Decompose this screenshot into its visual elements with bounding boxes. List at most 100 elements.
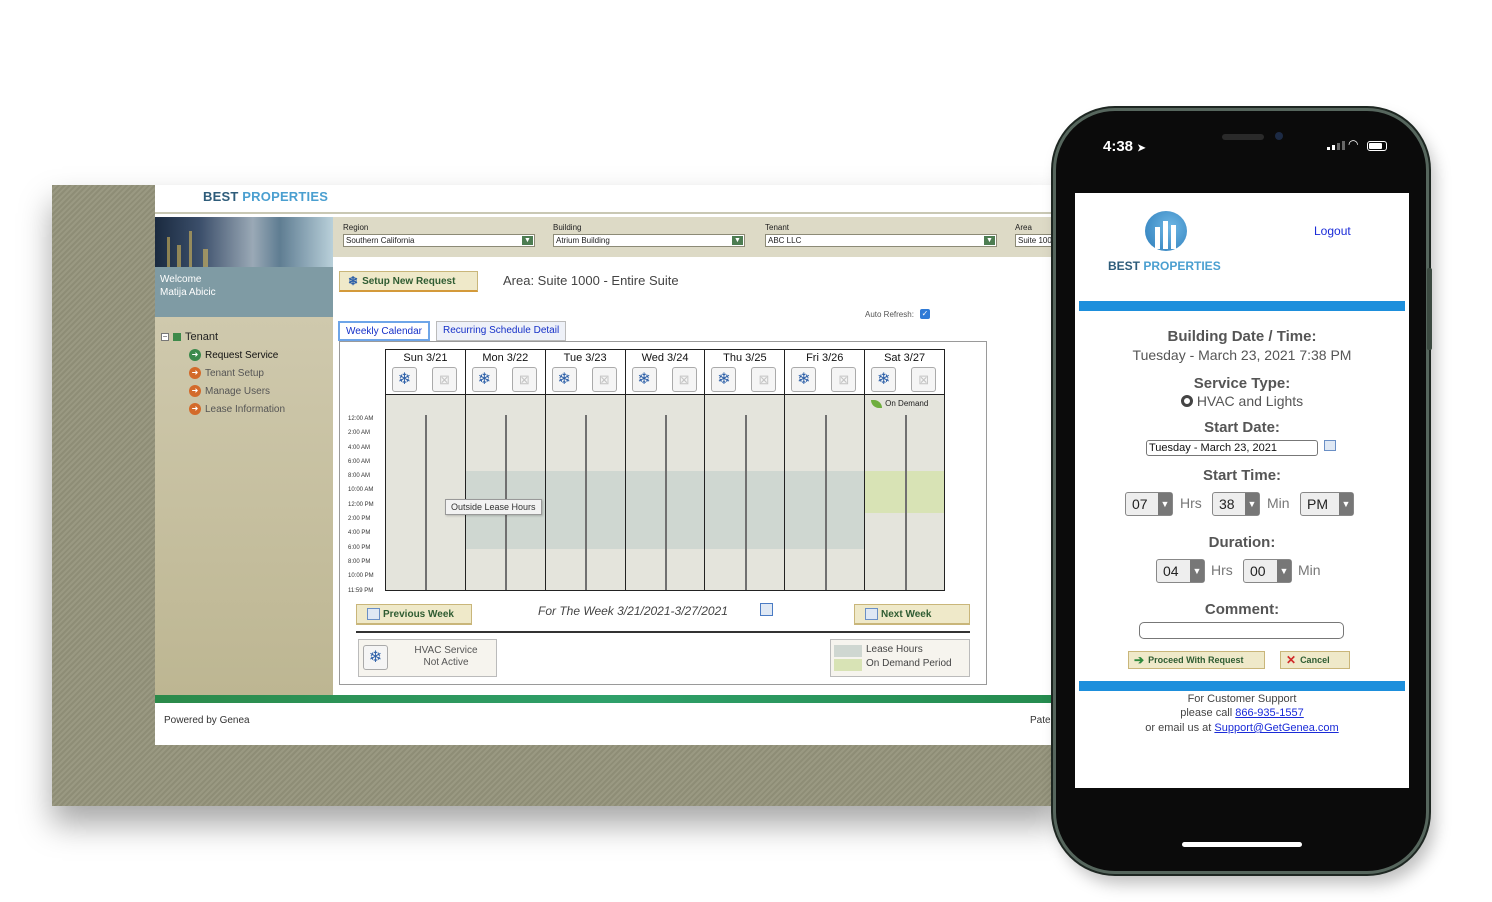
- day-column-header: Sun 3/21 ❄ ⊠: [386, 350, 466, 394]
- brand-logo: BEST PROPERTIES: [203, 189, 329, 204]
- lease-hours-swatch: [834, 645, 862, 657]
- lights-off-icon[interactable]: ⊠: [591, 367, 617, 392]
- welcome-panel: Welcome Matija Abicic: [155, 267, 333, 317]
- logout-link[interactable]: Logout: [1314, 224, 1351, 238]
- day-column[interactable]: [386, 395, 466, 590]
- calendar-picker-icon[interactable]: [760, 603, 773, 616]
- tenant-filter: Tenant ABC LLC ▼: [765, 223, 997, 247]
- support-line2: please call 866-935-1557: [1180, 707, 1304, 719]
- previous-week-label: Previous Week: [383, 608, 454, 620]
- lights-off-icon[interactable]: ⊠: [671, 367, 697, 392]
- start-date-input[interactable]: Tuesday - March 23, 2021: [1146, 440, 1318, 456]
- support-phone-link[interactable]: 866-935-1557: [1235, 707, 1304, 719]
- home-indicator: [1182, 842, 1302, 847]
- day-column[interactable]: [465, 395, 546, 590]
- next-week-button[interactable]: Next Week: [854, 604, 970, 625]
- sidebar-item-request-service[interactable]: ➜ Request Service: [189, 349, 278, 361]
- close-icon: ✕: [1286, 653, 1297, 667]
- top-blue-bar: [1079, 301, 1405, 311]
- lights-off-icon[interactable]: ⊠: [911, 367, 937, 392]
- proceed-with-request-button[interactable]: ➔ Proceed With Request: [1128, 651, 1265, 669]
- time-axis: 12:00 AM 2:00 AM 4:00 AM 6:00 AM 8:00 AM 10:0…: [348, 412, 374, 598]
- day-column[interactable]: [785, 395, 866, 590]
- footer-green-bar: [155, 695, 1062, 703]
- timeline-line: [665, 415, 667, 590]
- start-hrs-select[interactable]: 07 ▼: [1125, 492, 1173, 516]
- powered-by-text: Powered by Genea: [164, 715, 250, 726]
- time-tick-label: 6:00 PM: [348, 544, 371, 551]
- duration-hrs-select[interactable]: 04 ▼: [1156, 559, 1205, 583]
- chevron-down-icon: ▼: [522, 236, 533, 245]
- cellular-signal-icon: [1327, 141, 1345, 150]
- calendar-icon[interactable]: [1324, 440, 1336, 451]
- day-column[interactable]: [545, 395, 626, 590]
- support-line1: For Customer Support: [1187, 693, 1297, 705]
- header-banner-image: [155, 217, 333, 267]
- snowflake-icon[interactable]: ❄: [871, 367, 897, 392]
- sidebar-item-label: Tenant Setup: [205, 367, 264, 379]
- day-column[interactable]: On Demand: [865, 395, 945, 590]
- phone-camera: [1275, 132, 1283, 140]
- time-tick-label: 8:00 AM: [348, 473, 371, 480]
- service-type-label: Service Type:: [1193, 375, 1291, 392]
- time-tick-label: 4:00 PM: [348, 530, 371, 537]
- cancel-button[interactable]: ✕ Cancel: [1280, 651, 1350, 669]
- region-select[interactable]: Southern California ▼: [343, 234, 535, 247]
- day-column-header: Mon 3/22 ❄ ⊠: [466, 350, 546, 394]
- sidebar-tree-tenant[interactable]: − Tenant: [161, 331, 218, 343]
- sidebar-item-tenant-setup[interactable]: ➜ Tenant Setup: [189, 367, 264, 379]
- chevron-down-icon: ▼: [732, 236, 743, 245]
- tab-recurring-schedule-detail[interactable]: Recurring Schedule Detail: [436, 321, 567, 341]
- sidebar: − Tenant ➜ Request Service ➜ Tenant Setu…: [155, 317, 333, 695]
- lights-off-icon[interactable]: ⊠: [751, 367, 777, 392]
- start-ampm-select[interactable]: PM ▼: [1300, 492, 1354, 516]
- legend-hvac-line2: Not Active: [423, 657, 469, 668]
- snowflake-icon[interactable]: ❄: [791, 367, 817, 392]
- lights-off-icon[interactable]: ⊠: [511, 367, 537, 392]
- timeline-line: [824, 415, 827, 590]
- legend-divider: [356, 631, 970, 633]
- desktop-window: BEST PROPERTIES Welcome Matija Abicic − …: [155, 185, 1062, 745]
- snowflake-icon[interactable]: ❄: [551, 367, 577, 392]
- time-tick-label: 4:00 AM: [348, 444, 371, 451]
- setup-new-request-button[interactable]: ❄ Setup New Request: [339, 271, 478, 292]
- collapse-icon[interactable]: −: [161, 333, 169, 341]
- auto-refresh-checkbox[interactable]: ✓: [919, 309, 930, 319]
- start-min-select[interactable]: 38 ▼: [1212, 492, 1260, 516]
- calendar-icon: [865, 608, 878, 620]
- building-filter: Building Atrium Building ▼: [553, 223, 745, 247]
- snowflake-icon[interactable]: ❄: [631, 367, 657, 392]
- day-label: Sun 3/21: [403, 352, 448, 364]
- snowflake-icon[interactable]: ❄: [711, 367, 737, 392]
- tab-weekly-calendar[interactable]: Weekly Calendar: [338, 321, 430, 341]
- day-column[interactable]: [705, 395, 786, 590]
- tenant-select[interactable]: ABC LLC ▼: [765, 234, 997, 247]
- legend-hvac-not-active: ❄ HVAC Service Not Active: [358, 639, 497, 677]
- snowflake-icon: ❄: [348, 274, 359, 288]
- comment-input[interactable]: [1139, 622, 1344, 639]
- timeline-line: [425, 415, 428, 590]
- radio-selected-icon[interactable]: [1180, 395, 1193, 407]
- previous-week-button[interactable]: Previous Week: [356, 604, 472, 625]
- brand-logo-icon: [1145, 211, 1187, 251]
- lights-off-icon[interactable]: ⊠: [432, 367, 457, 392]
- support-email-link[interactable]: Support@GetGenea.com: [1214, 722, 1338, 734]
- arrow-right-icon: ➜: [189, 385, 201, 397]
- duration-min-unit: Min: [1298, 562, 1321, 578]
- snowflake-icon[interactable]: ❄: [392, 367, 417, 392]
- arrow-right-icon: ➜: [189, 403, 201, 415]
- service-type-option[interactable]: HVAC and Lights: [1075, 393, 1409, 409]
- duration-min-select[interactable]: 00 ▼: [1243, 559, 1292, 583]
- building-select[interactable]: Atrium Building ▼: [553, 234, 745, 247]
- week-label: For The Week 3/21/2021-3/27/2021: [538, 604, 728, 618]
- calendar-grid: On Demand: [385, 395, 945, 591]
- sidebar-item-lease-information[interactable]: ➜ Lease Information: [189, 403, 285, 415]
- day-column[interactable]: [625, 395, 706, 590]
- day-column-header: Tue 3/23 ❄ ⊠: [546, 350, 626, 394]
- snowflake-icon[interactable]: ❄: [471, 367, 497, 392]
- start-hrs-unit: Hrs: [1180, 495, 1202, 511]
- time-tick-label: 2:00 AM: [348, 430, 371, 437]
- sidebar-item-manage-users[interactable]: ➜ Manage Users: [189, 385, 270, 397]
- lights-off-icon[interactable]: ⊠: [831, 367, 857, 392]
- sidebar-item-label: Lease Information: [205, 403, 286, 415]
